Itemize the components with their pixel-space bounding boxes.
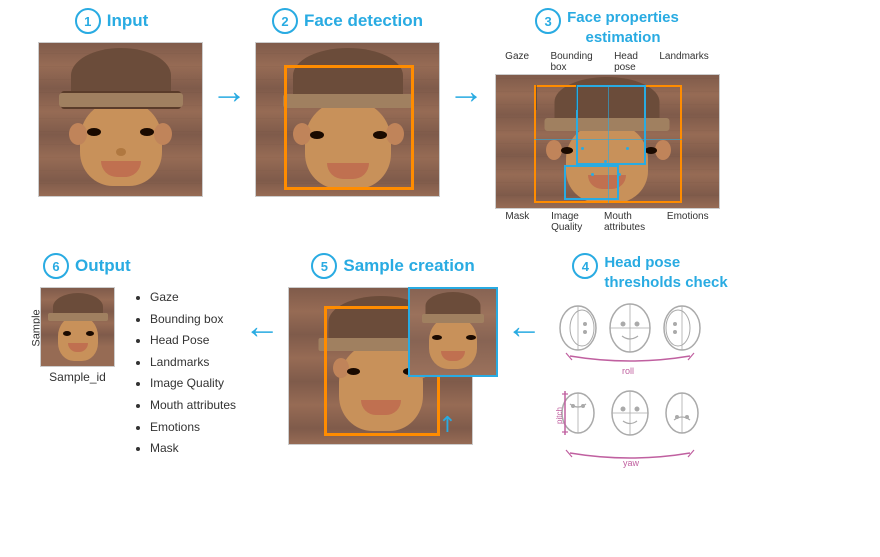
annot-bbox: Boundingbox — [550, 51, 592, 73]
arrow-1-2: → — [203, 8, 255, 109]
input-image — [38, 42, 203, 197]
annot-mouth: Mouthattributes — [604, 211, 645, 233]
svg-text:yaw: yaw — [623, 458, 640, 468]
diagram: 1 Input Source image — [0, 0, 880, 557]
face-properties-image — [495, 74, 720, 209]
output-item-headpose: Head Pose — [150, 330, 236, 352]
step3-label: Face propertiesestimation — [567, 8, 679, 47]
annot-landmarks: Landmarks — [659, 51, 708, 73]
output-item-mouth: Mouth attributes — [150, 395, 236, 417]
step1-label: Input — [107, 11, 149, 31]
svg-text:pitch: pitch — [555, 407, 564, 424]
step3-col: 3 Face propertiesestimation Gaze Boundin… — [492, 8, 722, 233]
step6-col: 6 Output Sample Sample_id — [15, 253, 236, 460]
top-annotations: Gaze Boundingbox Headpose Landmarks — [495, 51, 720, 73]
annot-mask: Mask — [505, 211, 529, 233]
step5-label: Sample creation — [343, 256, 474, 276]
face-detection-image — [255, 42, 440, 197]
step5-crop-overlay — [408, 287, 498, 377]
annot-emotions: Emotions — [667, 211, 709, 233]
annot-quality: ImageQuality — [551, 211, 582, 233]
step4-col: 4 Head posethresholds check — [550, 253, 750, 468]
step6-circle: 6 — [43, 253, 69, 279]
step4-circle: 4 — [572, 253, 598, 279]
step3-blue-mouth — [564, 165, 619, 200]
output-list: Gaze Bounding box Head Pose Landmarks Im… — [130, 287, 236, 460]
arrow-2-3: → — [440, 8, 492, 109]
output-item-quality: Image Quality — [150, 373, 236, 395]
step1-circle: 1 — [75, 8, 101, 34]
step2-label: Face detection — [304, 11, 423, 31]
sample-id: Sample_id — [40, 370, 115, 384]
svg-text:roll: roll — [622, 366, 634, 376]
bottom-annotations: Mask ImageQuality Mouthattributes Emotio… — [495, 211, 720, 233]
step5-col: 5 Sample creation — [288, 253, 498, 457]
output-item-mask: Mask — [150, 438, 236, 460]
orange-bbox — [284, 65, 414, 190]
sample-creation-container: ↗ — [288, 287, 498, 457]
step2-col: 2 Face detection — [255, 8, 440, 197]
annot-headpose: Headpose — [614, 51, 638, 73]
head-pose-diagram: roll — [550, 298, 750, 468]
step4-label: Head posethresholds check — [604, 253, 727, 292]
step5-circle: 5 — [311, 253, 337, 279]
step3-circle: 3 — [535, 8, 561, 34]
step1-col: 1 Input Source image — [20, 8, 203, 197]
step6-label: Output — [75, 256, 131, 276]
step2-circle: 2 — [272, 8, 298, 34]
arrow-5-6: ← — [236, 253, 288, 344]
output-item-landmarks: Landmarks — [150, 352, 236, 374]
arrow-4-5: ← — [498, 253, 550, 344]
output-item-gaze: Gaze — [150, 287, 236, 309]
output-item-bbox: Bounding box — [150, 309, 236, 331]
annot-gaze: Gaze — [505, 51, 529, 73]
step3-blue-headpose — [576, 85, 646, 165]
output-item-emotions: Emotions — [150, 417, 236, 439]
sample-image — [40, 287, 115, 367]
